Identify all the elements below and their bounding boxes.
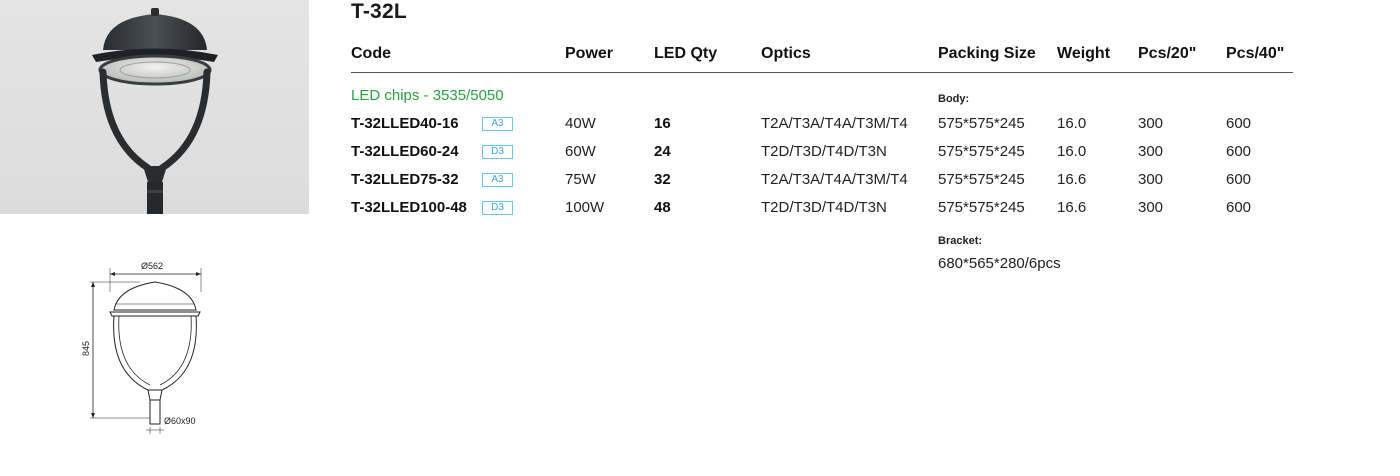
- optic-badge: D3: [482, 145, 513, 159]
- table-row: T-32LLED40-16 A3 40W 16 T2A/T3A/T4A/T3M/…: [0, 112, 1400, 136]
- led-qty-value: 24: [654, 143, 671, 160]
- packing-value: 575*575*245: [938, 171, 1025, 188]
- pcs40-value: 600: [1226, 199, 1252, 216]
- product-code: T-32LLED75-32: [351, 171, 459, 188]
- led-qty-value: 16: [654, 115, 671, 132]
- table-row: T-32LLED100-48 D3 100W 48 T2D/T3D/T4D/T3…: [0, 196, 1400, 220]
- packing-value: 575*575*245: [938, 115, 1025, 132]
- product-code: T-32LLED40-16: [351, 115, 459, 132]
- pcs40-value: 600: [1226, 115, 1252, 132]
- optics-value: T2D/T3D/T4D/T3N: [761, 143, 887, 160]
- weight-value: 16.0: [1057, 143, 1087, 160]
- optic-badge: A3: [482, 173, 513, 187]
- led-chips-note: LED chips - 3535/5050: [351, 87, 504, 104]
- pcs20-value: 300: [1138, 171, 1164, 188]
- pcs40-value: 600: [1226, 171, 1252, 188]
- packing-value: 575*575*245: [938, 199, 1025, 216]
- optics-value: T2D/T3D/T4D/T3N: [761, 199, 887, 216]
- weight-value: 16.0: [1057, 115, 1087, 132]
- power-value: 40W: [565, 115, 596, 132]
- pcs20-value: 300: [1138, 115, 1164, 132]
- product-title: T-32L: [351, 0, 407, 23]
- header-pcs20: Pcs/20": [1138, 45, 1197, 62]
- header-led-qty: LED Qty: [654, 45, 718, 62]
- header-divider: [351, 72, 1293, 73]
- weight-value: 16.6: [1057, 171, 1087, 188]
- optics-value: T2A/T3A/T4A/T3M/T4: [761, 115, 908, 132]
- header-code: Code: [351, 45, 391, 62]
- header-optics: Optics: [761, 45, 811, 62]
- technical-drawing: Ø562 845 Ø60x90: [70, 252, 230, 442]
- led-qty-value: 48: [654, 199, 671, 216]
- base-dimension: Ø60x90: [164, 416, 196, 426]
- optic-badge: D3: [482, 201, 513, 215]
- power-value: 60W: [565, 143, 596, 160]
- table-row: T-32LLED60-24 D3 60W 24 T2D/T3D/T4D/T3N …: [0, 140, 1400, 164]
- optic-badge: A3: [482, 117, 513, 131]
- packing-value: 575*575*245: [938, 143, 1025, 160]
- header-packing-size: Packing Size: [938, 45, 1036, 62]
- pcs20-value: 300: [1138, 143, 1164, 160]
- optics-value: T2A/T3A/T4A/T3M/T4: [761, 171, 908, 188]
- power-value: 75W: [565, 171, 596, 188]
- header-weight: Weight: [1057, 45, 1111, 62]
- led-qty-value: 32: [654, 171, 671, 188]
- pcs40-value: 600: [1226, 143, 1252, 160]
- weight-value: 16.6: [1057, 199, 1087, 216]
- bracket-packing-value: 680*565*280/6pcs: [938, 255, 1061, 272]
- product-code: T-32LLED60-24: [351, 143, 459, 160]
- header-pcs40: Pcs/40": [1226, 45, 1285, 62]
- width-dimension: Ø562: [141, 261, 163, 271]
- body-label: Body:: [938, 93, 970, 105]
- height-dimension: 845: [81, 341, 91, 356]
- product-code: T-32LLED100-48: [351, 199, 467, 216]
- power-value: 100W: [565, 199, 605, 216]
- table-row: T-32LLED75-32 A3 75W 32 T2A/T3A/T4A/T3M/…: [0, 168, 1400, 192]
- header-power: Power: [565, 45, 614, 62]
- bracket-label: Bracket:: [938, 235, 983, 247]
- pcs20-value: 300: [1138, 199, 1164, 216]
